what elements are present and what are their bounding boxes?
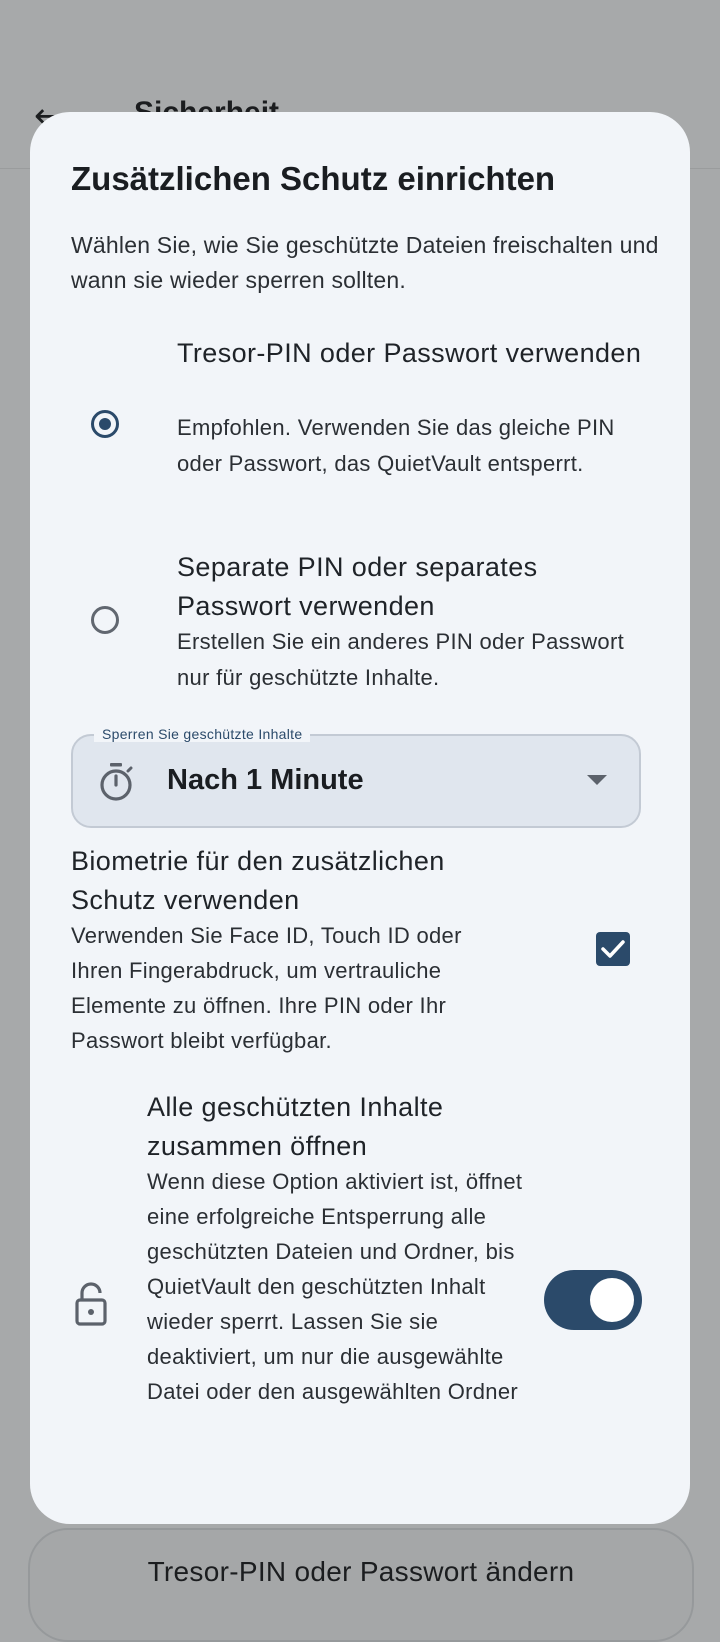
option-title: Separate PIN oder separates Passwort ver… — [177, 552, 538, 621]
option-vault-pin[interactable]: Tresor-PIN oder Passwort verwenden Empfo… — [30, 334, 690, 514]
option-description: Empfohlen. Verwenden Sie das gleiche PIN… — [177, 415, 615, 476]
caret-down-icon — [587, 775, 607, 785]
biometrics-description: Verwenden Sie Face ID, Touch ID oder Ihr… — [71, 923, 462, 1053]
timer-icon — [100, 763, 133, 801]
check-icon — [601, 940, 625, 958]
option-title: Tresor-PIN oder Passwort verwenden — [177, 338, 642, 368]
unlock-all-description: Wenn diese Option aktiviert ist, öffnet … — [147, 1169, 523, 1404]
lock-dropdown-value: Nach 1 Minute — [167, 764, 364, 796]
dialog-title: Zusätzlichen Schutz einrichten — [71, 160, 556, 197]
option-separate-pin[interactable]: Separate PIN oder separates Passwort ver… — [30, 548, 690, 698]
change-pin-button[interactable]: Tresor-PIN oder Passwort ändern — [28, 1528, 694, 1642]
dialog-description: Wählen Sie, wie Sie geschützte Dateien f… — [71, 232, 659, 293]
unlock-all-title: Alle geschützten Inhalte zusammen öffnen — [147, 1092, 444, 1161]
unlock-icon — [75, 1282, 107, 1326]
option-description: Erstellen Sie ein anderes PIN oder Passw… — [177, 629, 625, 690]
unlock-all-toggle[interactable] — [544, 1270, 642, 1330]
lock-dropdown-label: Sperren Sie geschützte Inhalte — [94, 726, 311, 742]
protection-dialog: Zusätzlichen Schutz einrichten Wählen Si… — [30, 112, 690, 1524]
radio-separate-pin[interactable] — [91, 606, 119, 634]
toggle-knob — [590, 1278, 634, 1322]
biometrics-title: Biometrie für den zusätzlichen Schutz ve… — [71, 846, 445, 915]
biometrics-checkbox[interactable] — [596, 932, 630, 966]
radio-vault-pin[interactable] — [91, 410, 119, 438]
change-pin-button-label: Tresor-PIN oder Passwort ändern — [147, 1556, 575, 1587]
lock-timeout-dropdown[interactable]: Nach 1 Minute — [71, 734, 641, 828]
